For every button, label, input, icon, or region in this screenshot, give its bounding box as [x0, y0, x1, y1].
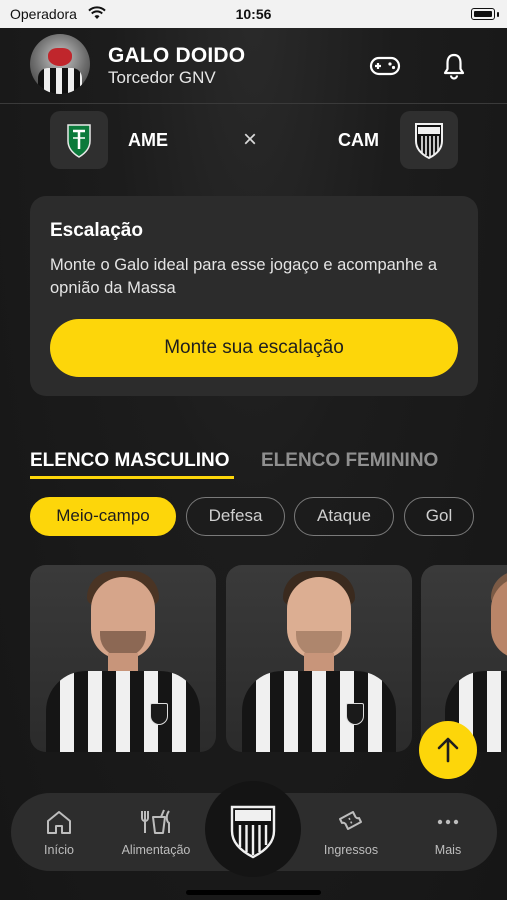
nav-label-food: Alimentação [121, 843, 191, 857]
nav-label-home: Início [44, 843, 74, 857]
filter-attack-chip[interactable]: Ataque [294, 497, 394, 536]
build-lineup-button[interactable]: Monte sua escalação [50, 319, 458, 377]
player-card[interactable] [226, 565, 412, 752]
bell-icon[interactable] [438, 52, 470, 80]
clock: 10:56 [235, 6, 272, 22]
club-crest-icon [230, 805, 276, 859]
avatar-mascot-icon [48, 48, 72, 66]
tab-women-squad[interactable]: ELENCO FEMININO [261, 450, 438, 472]
jersey-crest-icon [346, 703, 364, 725]
away-team-code: CAM [338, 130, 379, 150]
user-subtitle: Torcedor GNV [108, 68, 216, 87]
nav-item-food[interactable]: Alimentação [117, 793, 195, 871]
gamepad-icon[interactable] [369, 52, 401, 80]
battery-icon [471, 8, 499, 20]
match-row[interactable]: AME × CAM [0, 108, 507, 172]
ame-badge-icon [50, 111, 108, 169]
nav-item-more[interactable]: Mais [419, 793, 477, 871]
player-jersey [242, 671, 396, 752]
club-crest-button[interactable] [205, 781, 301, 877]
nav-item-tickets[interactable]: Ingressos [315, 793, 387, 871]
app-screen: Operadora 10:56 GALO DOIDO Torcedor GNV [0, 0, 507, 900]
tab-men-squad[interactable]: ELENCO MASCULINO [30, 450, 234, 479]
food-icon [141, 809, 170, 834]
scroll-top-button[interactable] [419, 721, 477, 779]
nav-label-more: Mais [434, 843, 462, 857]
home-icon [47, 811, 71, 834]
filter-midfield-chip[interactable]: Meio-campo [30, 497, 176, 536]
home-indicator [186, 890, 321, 895]
user-name: GALO DOIDO [108, 44, 246, 67]
versus-separator: × [243, 126, 258, 153]
arrow-up-icon [437, 737, 459, 763]
app-header: GALO DOIDO Torcedor GNV [0, 28, 507, 104]
avatar-jersey-icon [38, 68, 82, 94]
more-icon [437, 819, 459, 825]
player-jersey [46, 671, 200, 752]
nav-label-tickets: Ingressos [323, 843, 379, 857]
ticket-icon [339, 811, 362, 830]
lineup-card-description: Monte o Galo ideal para esse jogaço e ac… [50, 256, 438, 297]
jersey-crest-icon [150, 703, 168, 725]
lineup-card-title: Escalação [50, 220, 143, 241]
nav-item-home[interactable]: Início [27, 793, 91, 871]
cam-badge-icon [400, 111, 458, 169]
player-card[interactable] [30, 565, 216, 752]
home-team-code: AME [128, 130, 168, 150]
filter-defense-chip[interactable]: Defesa [186, 497, 285, 536]
avatar[interactable] [30, 34, 90, 94]
filter-goalkeeper-chip[interactable]: Gol [404, 497, 474, 536]
lineup-card: Escalação Monte o Galo ideal para esse j… [30, 196, 478, 396]
status-bar: Operadora 10:56 [0, 0, 507, 28]
